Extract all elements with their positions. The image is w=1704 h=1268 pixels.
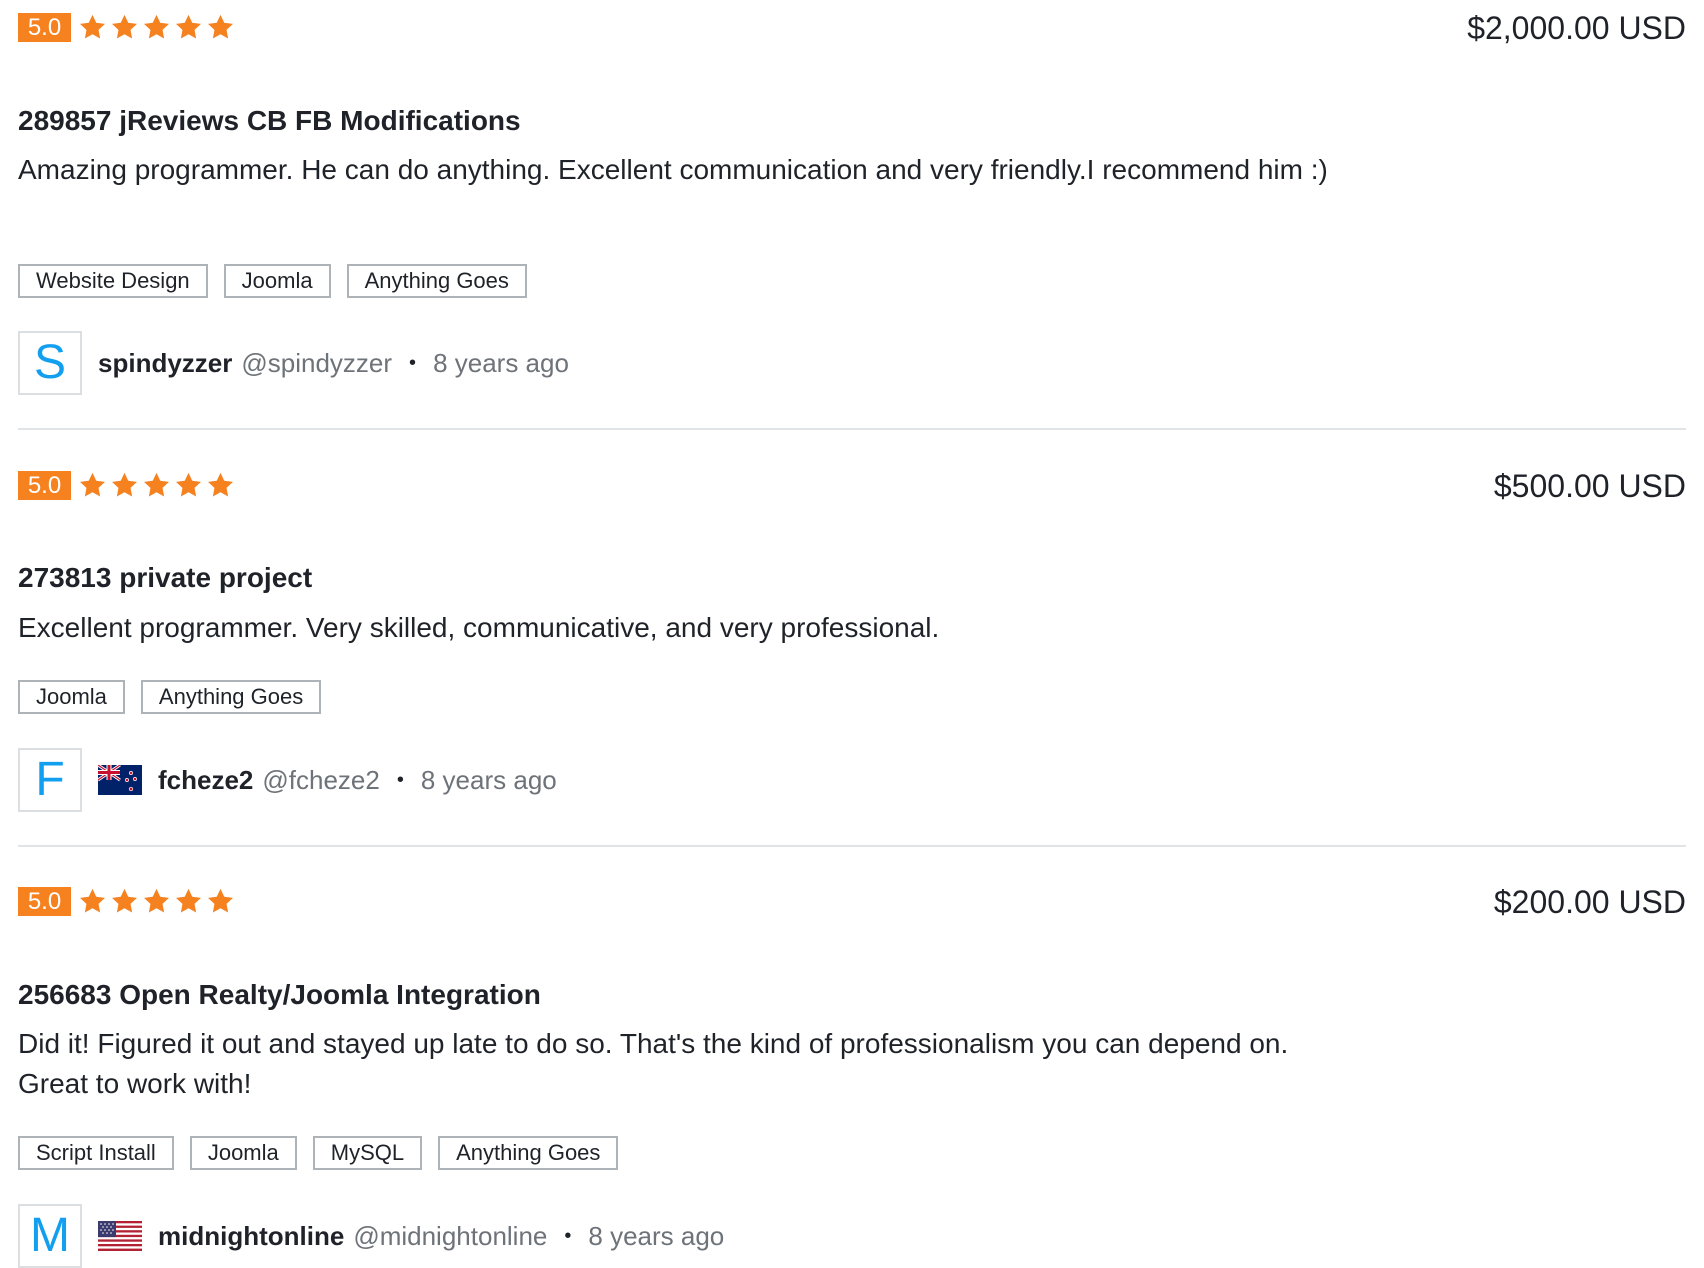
review-time: 8 years ago xyxy=(420,764,557,795)
skill-tag[interactable]: MySQL xyxy=(312,1136,423,1170)
star-icon xyxy=(80,888,105,912)
skill-tag[interactable]: Joomla xyxy=(223,264,331,298)
review-header: 5.0 $200.00 USD xyxy=(18,874,1686,920)
review-card: 5.0 $2,000.00 USD 289857 jReviews CB FB … xyxy=(18,0,1686,395)
avatar[interactable]: M xyxy=(18,1204,82,1268)
rating-badge: 5.0 xyxy=(18,887,71,916)
review-time: 8 years ago xyxy=(588,1220,725,1251)
review-text: Excellent programmer. Very skilled, comm… xyxy=(18,612,940,643)
star-icon xyxy=(144,888,169,912)
rating-badge: 5.0 xyxy=(18,471,71,500)
project-title: 256683 Open Realty/Joomla Integration xyxy=(18,979,541,1010)
star-icon xyxy=(208,472,233,496)
separator-dot: • xyxy=(564,1224,572,1247)
star-icon xyxy=(208,14,233,38)
star-icon xyxy=(176,472,201,496)
review-header: 5.0 $500.00 USD xyxy=(18,458,1686,504)
avatar[interactable]: F xyxy=(18,748,82,812)
star-rating xyxy=(78,10,235,44)
divider xyxy=(18,428,1686,430)
review-header: 5.0 $2,000.00 USD xyxy=(18,0,1686,46)
skill-tag[interactable]: Anything Goes xyxy=(438,1136,619,1170)
skill-tag[interactable]: Website Design xyxy=(18,264,208,298)
project-amount: $500.00 USD xyxy=(1493,468,1686,504)
reviewer-info: F fcheze2 @fcheze2 • 8 years ago xyxy=(18,748,557,812)
divider xyxy=(18,845,1686,847)
star-icon xyxy=(112,472,137,496)
reviewer-info: S spindyzzer @spindyzzer • 8 years ago xyxy=(18,331,569,395)
rating-badge: 5.0 xyxy=(18,13,71,42)
review-list: 5.0 $2,000.00 USD 289857 jReviews CB FB … xyxy=(0,0,1704,1268)
skill-tags: Joomla Anything Goes xyxy=(18,680,322,714)
separator-dot: • xyxy=(409,351,417,374)
star-icon xyxy=(144,472,169,496)
reviewer-name[interactable]: spindyzzer xyxy=(98,348,232,379)
star-icon xyxy=(112,888,137,912)
reviewer-handle: @midnightonline xyxy=(353,1220,548,1251)
skill-tag[interactable]: Joomla xyxy=(189,1136,297,1170)
star-icon xyxy=(80,14,105,38)
review-card: 5.0 $500.00 USD 273813 private project E… xyxy=(18,458,1686,822)
star-icon xyxy=(144,14,169,38)
reviewer-name[interactable]: fcheze2 xyxy=(158,765,253,796)
skill-tag[interactable]: Anything Goes xyxy=(346,264,527,298)
separator-dot: • xyxy=(396,768,404,791)
star-rating xyxy=(78,468,235,502)
skill-tags: Website Design Joomla Anything Goes xyxy=(18,264,527,298)
star-rating xyxy=(78,884,235,918)
project-title: 273813 private project xyxy=(18,562,313,593)
review-text: Did it! Figured it out and stayed up lat… xyxy=(18,1028,1289,1099)
star-icon xyxy=(208,888,233,912)
project-amount: $2,000.00 USD xyxy=(1467,10,1686,46)
avatar[interactable]: S xyxy=(18,331,82,395)
project-title: 289857 jReviews CB FB Modifications xyxy=(18,105,521,136)
reviewer-name[interactable]: midnightonline xyxy=(158,1221,344,1252)
review-text: Amazing programmer. He can do anything. … xyxy=(18,154,1328,185)
project-amount: $200.00 USD xyxy=(1493,884,1686,920)
reviewer-handle: @fcheze2 xyxy=(262,764,380,795)
reviewer-info: M midnightonline @midnightonline • 8 yea… xyxy=(18,1204,724,1268)
star-icon xyxy=(112,14,137,38)
star-icon xyxy=(176,14,201,38)
new-zealand-flag-icon xyxy=(98,765,142,795)
star-icon xyxy=(176,888,201,912)
skill-tag[interactable]: Anything Goes xyxy=(140,680,322,714)
star-icon xyxy=(80,472,105,496)
reviewer-handle: @spindyzzer xyxy=(241,347,393,378)
usa-flag-icon xyxy=(98,1221,142,1251)
review-card: 5.0 $200.00 USD 256683 Open Realty/Jooml… xyxy=(18,874,1686,1268)
skill-tags: Script Install Joomla MySQL Anything Goe… xyxy=(18,1136,619,1170)
skill-tag[interactable]: Joomla xyxy=(18,680,125,714)
skill-tag[interactable]: Script Install xyxy=(18,1136,174,1170)
review-time: 8 years ago xyxy=(433,347,569,378)
